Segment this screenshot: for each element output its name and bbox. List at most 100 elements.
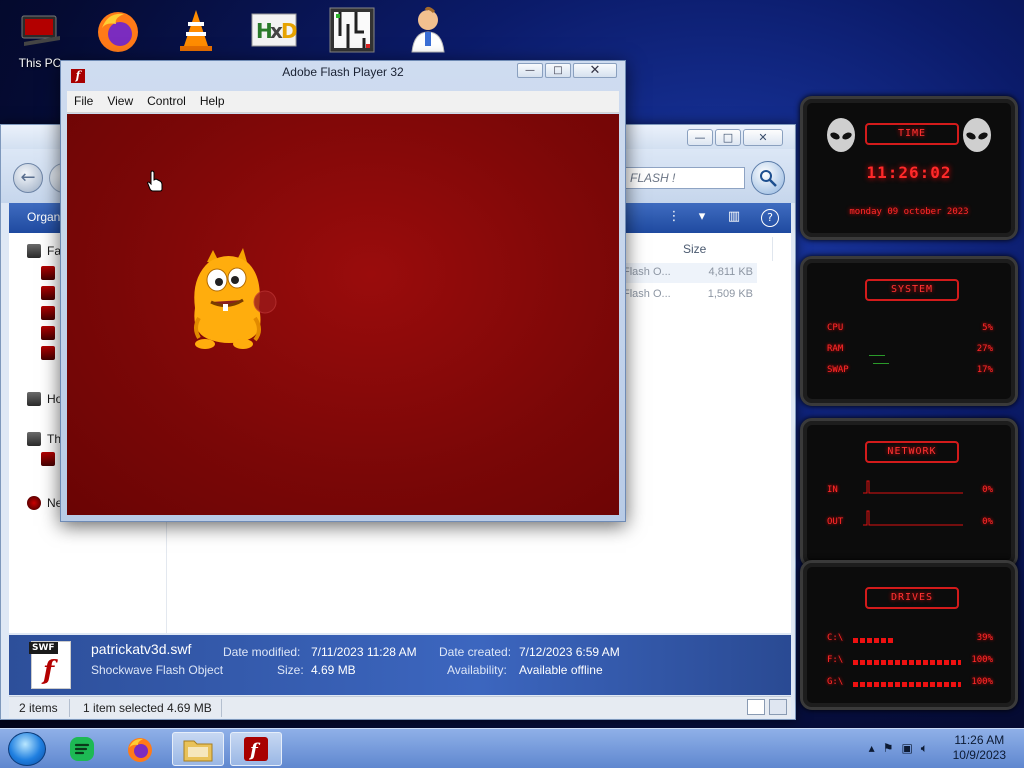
status-item-count: 2 items — [19, 701, 58, 715]
drive-row-value: 39% — [976, 633, 993, 643]
hxd-icon: H x D — [250, 6, 298, 54]
view-options-icon[interactable]: ⋮ — [665, 209, 683, 227]
volume-icon[interactable]: 🔈︎ — [921, 741, 928, 756]
vlc-icon — [172, 6, 220, 54]
nav-item-network[interactable]: Ne — [27, 493, 62, 513]
folder-icon — [183, 740, 213, 762]
file-row[interactable]: Flash O... 1,509 KB — [621, 285, 757, 305]
network-row-value: 0% — [982, 485, 993, 495]
nav-item-this-pc[interactable]: Th — [27, 429, 61, 449]
menu-file[interactable]: File — [67, 91, 100, 112]
nav-subitem[interactable] — [41, 323, 55, 343]
size-label: Size: — [277, 663, 304, 677]
flash-menubar: File View Control Help — [67, 91, 619, 113]
system-gadget[interactable]: SYSTEM CPU 5% RAM 27% SWAP 17% — [800, 256, 1018, 406]
network-gadget-title: NETWORK — [865, 441, 959, 463]
date-modified-value: 7/11/2023 11:28 AM — [311, 645, 417, 659]
taskbar-time: 11:26 AM — [954, 733, 1005, 747]
menu-view[interactable]: View — [100, 91, 140, 112]
nav-item-homegroup[interactable]: Ho — [27, 389, 62, 409]
file-type: Flash O... — [623, 288, 671, 300]
flash-minimize-button[interactable]: — — [517, 63, 543, 78]
taskbar-date: 10/9/2023 — [952, 748, 1006, 762]
nav-subitem[interactable] — [41, 449, 55, 469]
drive-row-value: 100% — [971, 677, 993, 687]
gadget-clock: 11:26:02 — [866, 163, 952, 182]
system-row-value: 17% — [976, 365, 993, 375]
system-row-swap: SWAP 17% — [827, 365, 993, 379]
drive-row-label: G:\ — [827, 677, 844, 687]
large-icons-view-icon[interactable] — [769, 699, 787, 715]
nav-item-favorites[interactable]: Fa — [27, 241, 61, 261]
system-row-ram: RAM 27% — [827, 344, 993, 358]
start-button[interactable] — [8, 732, 46, 766]
nav-subitem[interactable] — [41, 283, 55, 303]
organize-menu[interactable]: Organi — [27, 210, 63, 224]
flash-stage[interactable] — [67, 114, 619, 515]
system-row-cpu: CPU 5% — [827, 323, 993, 337]
status-bar: 2 items 1 item selected 4.69 MB — [9, 696, 791, 718]
system-row-label: RAM — [827, 344, 844, 354]
nav-item-label: Fa — [47, 244, 62, 258]
green-app-icon — [70, 737, 94, 761]
firefox-icon — [94, 6, 142, 54]
tray-expand-icon[interactable]: ▴ — [869, 741, 875, 756]
file-row[interactable]: Flash O... 4,811 KB — [621, 263, 757, 283]
action-center-flag-icon[interactable]: ⚑ — [883, 741, 894, 756]
back-arrow-icon[interactable]: ← — [13, 163, 43, 193]
availability-label: Availability: — [447, 663, 507, 677]
network-row-label: IN — [827, 485, 838, 495]
flash-player-icon: f — [244, 737, 268, 761]
drive-f-usage-bar — [853, 660, 961, 665]
column-header-size[interactable]: Size — [683, 237, 773, 261]
search-input[interactable]: FLASH ! — [625, 167, 745, 189]
nav-item-label: Th — [47, 432, 62, 446]
drive-row-label: C:\ — [827, 633, 844, 643]
folder-icon — [41, 326, 55, 340]
file-size: 4,811 KB — [708, 266, 753, 278]
preview-pane-icon[interactable]: ▥ — [725, 209, 743, 227]
this-pc-icon — [16, 6, 64, 54]
availability-value: Available offline — [519, 663, 603, 677]
details-view-icon[interactable] — [747, 699, 765, 715]
menu-help[interactable]: Help — [193, 91, 232, 112]
flash-close-button[interactable]: ✕ — [573, 63, 617, 78]
drives-gadget[interactable]: DRIVES C:\ 39% F:\ 100% G:\ 100% — [800, 560, 1018, 710]
nav-subitem[interactable] — [41, 343, 55, 363]
network-icon[interactable]: ▣ — [901, 741, 912, 756]
orange-monster-character[interactable] — [185, 248, 281, 350]
explorer-close-button[interactable]: ✕ — [743, 129, 783, 146]
hand-cursor-icon — [147, 170, 163, 192]
folder-icon — [41, 286, 55, 300]
taskbar-firefox[interactable] — [114, 732, 166, 766]
network-icon — [27, 496, 41, 510]
time-gadget[interactable]: TIME 11:26:02 monday 09 october 2023 — [800, 96, 1018, 240]
explorer-maximize-button[interactable]: □ — [715, 129, 741, 146]
network-gadget[interactable]: NETWORK IN 0% OUT 0% — [800, 418, 1018, 568]
swap-graph-line — [873, 363, 889, 364]
firefox-icon — [128, 738, 152, 762]
date-created-value: 7/12/2023 6:59 AM — [519, 645, 620, 659]
system-gadget-title: SYSTEM — [865, 279, 959, 301]
flash-player-window: f Adobe Flash Player 32 — □ ✕ File View … — [60, 60, 626, 522]
drive-row-label: F:\ — [827, 655, 844, 665]
explorer-minimize-button[interactable]: — — [687, 129, 713, 146]
network-graph — [863, 480, 963, 526]
search-icon[interactable] — [751, 161, 785, 195]
drive-g-usage-bar — [853, 682, 961, 687]
taskbar-spotify[interactable] — [56, 732, 108, 766]
swf-icon-tag: SWF — [29, 642, 58, 654]
taskbar-flash-player[interactable]: f — [230, 732, 282, 766]
doctor-icon — [404, 6, 452, 54]
chevron-down-icon[interactable]: ▾ — [693, 209, 711, 227]
taskbar-file-explorer[interactable] — [172, 732, 224, 766]
alien-head-icon — [963, 118, 991, 152]
nav-subitem[interactable] — [41, 263, 55, 283]
date-created-label: Date created: — [439, 645, 512, 659]
flash-maximize-button[interactable]: □ — [545, 63, 571, 78]
taskbar-clock[interactable]: 11:26 AM 10/9/2023 — [953, 733, 1006, 763]
system-tray: ▴ ⚑ ▣ 🔈︎ — [869, 741, 928, 756]
nav-subitem[interactable] — [41, 303, 55, 323]
menu-control[interactable]: Control — [140, 91, 193, 112]
help-icon[interactable]: ? — [761, 209, 779, 227]
